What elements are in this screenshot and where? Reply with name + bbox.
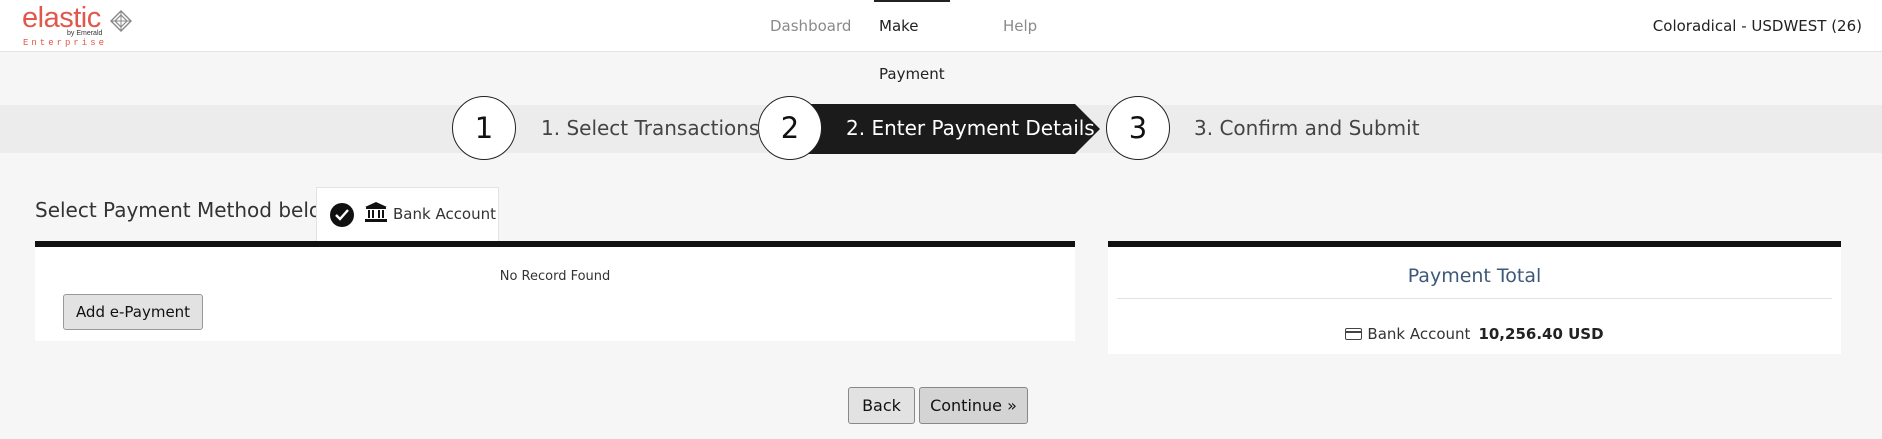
step-1-circle: 1 bbox=[452, 96, 516, 160]
step-3-circle: 3 bbox=[1106, 96, 1170, 160]
continue-button[interactable]: Continue » bbox=[919, 387, 1028, 424]
step-3-label: 3. Confirm and Submit bbox=[1194, 116, 1420, 140]
add-e-payment-button[interactable]: Add e-Payment bbox=[63, 294, 203, 330]
payment-total-method: Bank Account bbox=[1367, 325, 1471, 343]
user-account-menu[interactable]: Coloradical - USDWEST (26) bbox=[1653, 0, 1862, 52]
payment-method-label: Bank Account bbox=[393, 205, 497, 223]
nav-help[interactable]: Help bbox=[1003, 0, 1037, 52]
payment-total-title: Payment Total bbox=[1407, 265, 1542, 287]
nav-dashboard[interactable]: Dashboard bbox=[770, 0, 851, 52]
back-button[interactable]: Back bbox=[848, 387, 915, 424]
payment-method-prompt: Select Payment Method below: bbox=[35, 198, 344, 222]
step-1-label: 1. Select Transactions bbox=[541, 116, 760, 140]
empty-records-message: No Record Found bbox=[499, 269, 611, 284]
logo-wordmark: elastic bbox=[22, 2, 101, 34]
payment-total-row: Bank Account 10,256.40 USD bbox=[1108, 325, 1841, 343]
payment-total-panel: Payment Total Bank Account 10,256.40 USD bbox=[1108, 241, 1841, 354]
bank-icon bbox=[365, 202, 387, 222]
step-2-label: 2. Enter Payment Details bbox=[846, 116, 1095, 140]
logo-byline: by Emerald bbox=[67, 30, 103, 37]
nav-make-payment[interactable]: Make Payment bbox=[874, 0, 950, 83]
payment-records-panel: No Record Found Add e-Payment bbox=[35, 241, 1075, 341]
payment-method-bank-account-tab[interactable]: Bank Account bbox=[316, 187, 499, 242]
step-2-circle: 2 bbox=[758, 96, 822, 160]
logo-edition: Enterprise bbox=[23, 38, 108, 48]
elastic-logo[interactable]: elastic by Emerald Enterprise bbox=[22, 2, 134, 48]
check-circle-icon bbox=[330, 203, 354, 227]
credit-card-icon bbox=[1345, 328, 1363, 340]
divider bbox=[1117, 298, 1832, 299]
emerald-logo-icon bbox=[110, 10, 132, 32]
top-bar: elastic by Emerald Enterprise Dashboard … bbox=[0, 0, 1882, 83]
payment-total-amount: 10,256.40 USD bbox=[1478, 325, 1604, 343]
